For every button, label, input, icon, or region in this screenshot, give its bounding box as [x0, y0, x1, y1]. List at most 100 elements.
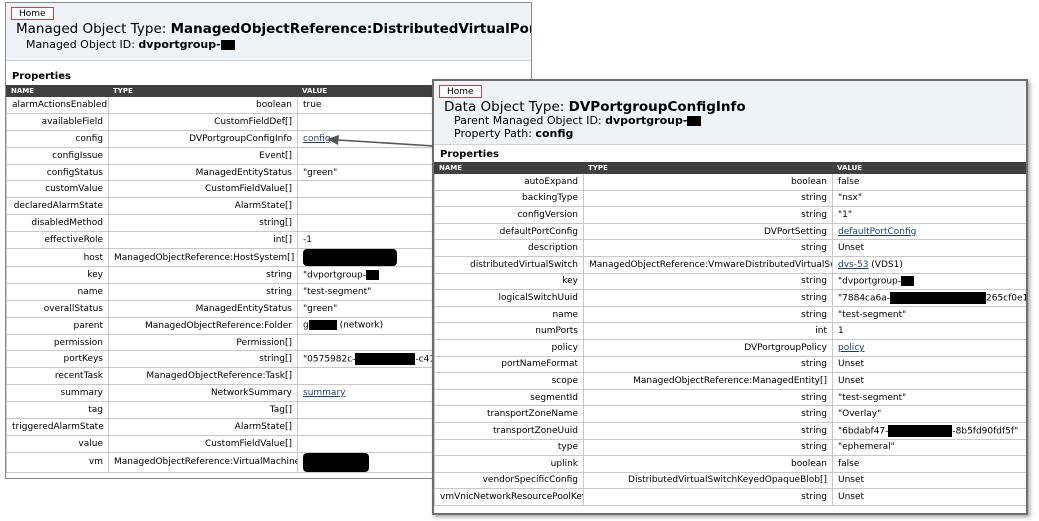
property-name: name	[6, 282, 109, 301]
property-name: name	[434, 305, 584, 324]
table-row: scope ManagedObjectReference:ManagedEntit…	[434, 372, 1026, 390]
property-name: type	[434, 438, 584, 457]
column-header-name: NAME	[6, 85, 109, 97]
redaction-box	[303, 249, 397, 266]
property-value: Unset	[832, 471, 1026, 490]
property-type: int[]	[108, 231, 298, 250]
property-value-text: "test-segment"	[838, 392, 907, 403]
property-name: triggeredAlarmState	[6, 418, 109, 436]
property-value-text: "ephemeral"	[838, 442, 895, 453]
property-name: autoExpand	[434, 173, 584, 191]
table-row: vmVnicNetworkResourcePoolKey string Unset	[434, 488, 1026, 506]
property-name: portKeys	[6, 350, 109, 369]
property-value-text: Unset	[838, 375, 865, 386]
property-value-text: "test-segment"	[838, 309, 907, 320]
column-header-type: TYPE	[108, 85, 298, 97]
table-row: configVersion string "1"	[434, 206, 1026, 224]
property-type: ManagedObjectReference:HostSystem[]	[108, 248, 298, 268]
property-type: string	[583, 355, 833, 374]
property-value-link[interactable]: config	[303, 134, 331, 144]
redaction-box	[355, 353, 416, 366]
property-name: key	[434, 272, 584, 291]
table-row: autoExpand boolean false	[434, 173, 1026, 191]
property-value-text: "7884ca6a-	[838, 293, 890, 304]
path-value: config	[535, 127, 574, 140]
property-type: boolean	[583, 173, 833, 191]
property-value-text: "green"	[303, 167, 338, 178]
property-value-link[interactable]: dvs-53	[838, 260, 868, 270]
property-type: CustomFieldValue[]	[108, 434, 298, 453]
page-title: Data Object Type: DVPortgroupConfigInfo	[444, 99, 746, 115]
page-title: Managed Object Type: ManagedObjectRefere…	[16, 21, 531, 37]
property-name: vmVnicNetworkResourcePoolKey	[434, 488, 584, 506]
home-link[interactable]: Home	[11, 7, 54, 20]
property-name: permission	[6, 333, 109, 352]
property-value-text: 1	[838, 326, 844, 337]
property-name: alarmActionsEnabled	[6, 96, 109, 114]
property-name: configStatus	[6, 163, 109, 182]
redaction-box	[366, 269, 380, 280]
property-value-link[interactable]: defaultPortConfig	[838, 227, 916, 237]
moid-value: dvportgroup-	[138, 38, 221, 51]
parent-label: Parent Managed Object ID:	[454, 114, 606, 127]
properties-label: Properties	[12, 71, 71, 82]
property-name: config	[6, 129, 109, 148]
table-row: distributedVirtualSwitch ManagedObjectRef…	[434, 255, 1026, 274]
path-label: Property Path:	[454, 127, 536, 140]
property-type: string	[583, 272, 833, 291]
property-name: customValue	[6, 180, 109, 199]
property-name: host	[6, 248, 109, 268]
property-type: CustomFieldValue[]	[108, 180, 298, 199]
table-row: segmentId string "test-segment"	[434, 388, 1026, 407]
property-value[interactable]: defaultPortConfig	[832, 222, 1026, 241]
property-value[interactable]: policy	[832, 338, 1026, 357]
property-value: "test-segment"	[832, 305, 1026, 324]
title-type: DVPortgroupConfigInfo	[568, 99, 746, 115]
property-name: transportZoneName	[434, 405, 584, 423]
property-type: string	[583, 206, 833, 224]
property-value-text: "Overlay"	[838, 409, 882, 420]
table-row: defaultPortConfig DVPortSetting defaultPor…	[434, 222, 1026, 241]
redaction-box	[687, 116, 702, 126]
property-type: string	[583, 438, 833, 457]
property-type: ManagedObjectReference:Folder	[108, 316, 298, 335]
property-value: 1	[832, 322, 1026, 340]
property-type: DVPortSetting	[583, 222, 833, 241]
table-row: key string "dvportgroup-	[434, 272, 1026, 291]
property-type: AlarmState[]	[108, 418, 298, 436]
property-value-link[interactable]: summary	[303, 388, 345, 398]
property-type: boolean	[108, 96, 298, 114]
property-type: Event[]	[108, 146, 298, 165]
property-value-link[interactable]: policy	[838, 343, 865, 353]
table-row: numPorts int 1	[434, 322, 1026, 340]
home-link[interactable]: Home	[439, 85, 482, 98]
property-value: "1"	[832, 206, 1026, 224]
property-type: string	[583, 388, 833, 407]
table-row: policy DVPortgroupPolicy policy	[434, 338, 1026, 357]
property-value: "ephemeral"	[832, 438, 1026, 457]
data-object-header: Home Data Object Type: DVPortgroupConfig…	[434, 81, 1026, 145]
property-type: ManagedObjectReference:Task[]	[108, 367, 298, 386]
table-row: description string Unset	[434, 239, 1026, 257]
property-name: portNameFormat	[434, 355, 584, 374]
parent-value: dvportgroup-	[605, 114, 688, 127]
property-path: Property Path: config	[454, 127, 573, 140]
table-row: backingType string "nsx"	[434, 189, 1026, 208]
table-row: vendorSpecificConfig DistributedVirtualSw…	[434, 471, 1026, 490]
property-type: boolean	[583, 455, 833, 473]
property-name: value	[6, 434, 109, 453]
property-type: DVPortgroupConfigInfo	[108, 129, 298, 148]
property-type: int	[583, 322, 833, 340]
property-name: scope	[434, 372, 584, 390]
property-value-text: "1"	[838, 209, 853, 220]
property-value: "test-segment"	[832, 388, 1026, 407]
redaction-box	[890, 291, 986, 304]
property-value-suffix: -8b5fd90fdf5f"	[952, 426, 1019, 437]
property-type: DVPortgroupPolicy	[583, 338, 833, 357]
table-row: uplink boolean false	[434, 455, 1026, 473]
property-value-text: "nsx"	[838, 193, 862, 204]
property-value: Unset	[832, 239, 1026, 257]
property-type: string[]	[108, 350, 298, 369]
property-value[interactable]: dvs-53 (VDS1)	[832, 255, 1026, 274]
property-value: false	[832, 173, 1026, 191]
